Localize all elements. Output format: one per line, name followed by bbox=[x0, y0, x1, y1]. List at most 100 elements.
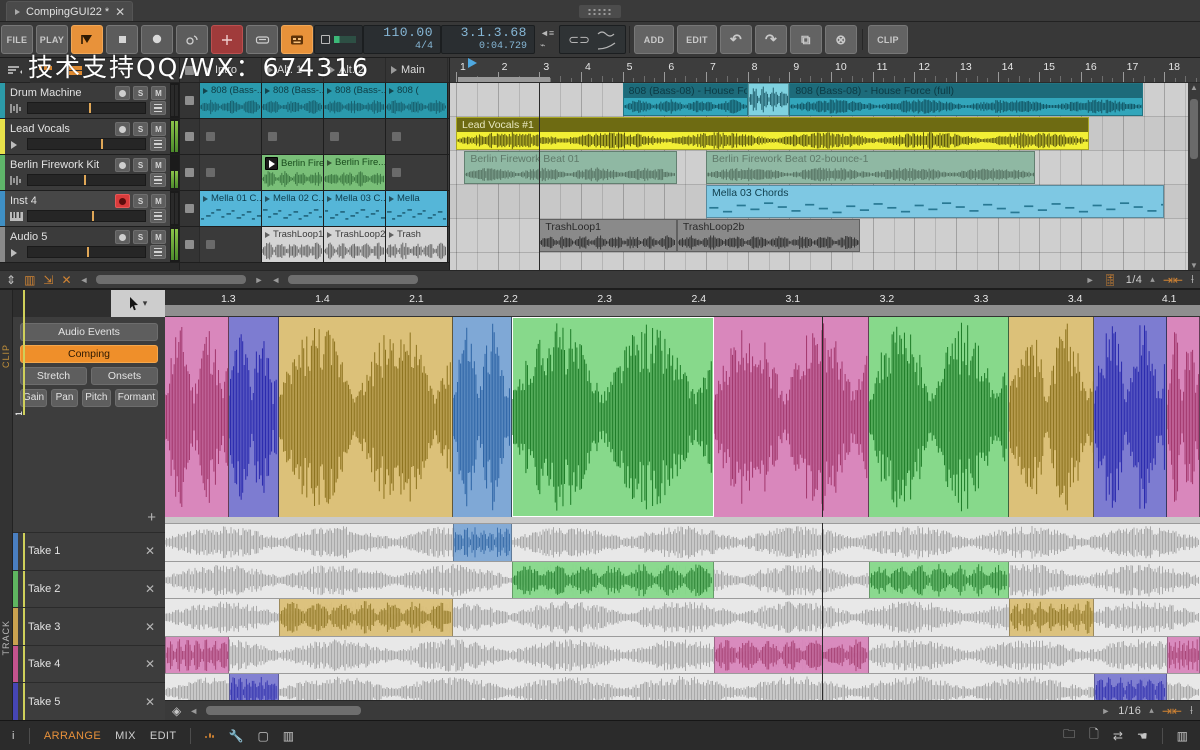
delete-track-icon[interactable]: ✕ bbox=[61, 273, 71, 287]
clip-slot[interactable]: Mella bbox=[386, 191, 448, 226]
redo-button[interactable]: ↷ bbox=[754, 25, 787, 54]
view-tab-edit[interactable]: EDIT bbox=[150, 730, 177, 742]
take-lane[interactable] bbox=[165, 598, 1200, 636]
track-volume-fader[interactable] bbox=[27, 174, 146, 186]
take-active-region[interactable] bbox=[278, 599, 453, 636]
track-inspector-icon[interactable] bbox=[150, 209, 166, 223]
track-height-icon[interactable]: ⇕ bbox=[6, 273, 16, 287]
comp-segment[interactable] bbox=[868, 317, 1009, 517]
timeline-clip[interactable]: TrashLoop1 bbox=[539, 219, 677, 252]
folder-icon[interactable]: 🗀 bbox=[1063, 725, 1075, 746]
take-row[interactable]: Take 3 ✕ bbox=[13, 607, 165, 645]
track-row[interactable]: Berlin Firework Kit S M bbox=[0, 155, 179, 191]
editor-layers-icon[interactable]: ◈ bbox=[172, 704, 181, 718]
timeline-clip[interactable] bbox=[747, 83, 790, 116]
editor-horizontal-scrollbar[interactable] bbox=[206, 706, 362, 715]
square-icon[interactable]: ▢ bbox=[257, 729, 268, 743]
timeline-clip[interactable]: Mella 03 Chords bbox=[706, 185, 1165, 218]
delete-button[interactable]: ⊗ bbox=[824, 25, 857, 54]
comp-segment[interactable] bbox=[1008, 317, 1095, 517]
track-inspector-icon[interactable] bbox=[150, 173, 166, 187]
take-lane[interactable] bbox=[165, 523, 1200, 561]
track-record-arm-button[interactable] bbox=[115, 230, 130, 244]
clip-slot[interactable] bbox=[200, 155, 262, 190]
view-tab-mix[interactable]: MIX bbox=[115, 730, 136, 742]
pointer-tool-button[interactable]: ▾ bbox=[111, 290, 165, 317]
add-button[interactable]: ADD bbox=[633, 25, 674, 54]
timeline-horizontal-scrollbar[interactable] bbox=[288, 275, 419, 284]
comp-segment[interactable] bbox=[713, 317, 869, 517]
scene-launch-button[interactable]: Main bbox=[386, 58, 448, 82]
clip-slot[interactable] bbox=[262, 119, 324, 154]
loop-icon[interactable]: ⊂⊃ bbox=[568, 32, 590, 48]
take-active-region[interactable] bbox=[1166, 636, 1200, 674]
clip-slot[interactable]: Mella 01 C... bbox=[200, 191, 262, 226]
clip-scroll-right-icon[interactable]: ► bbox=[254, 275, 263, 285]
track-launch-cell[interactable] bbox=[180, 191, 200, 226]
track-mute-button[interactable]: M bbox=[151, 230, 166, 244]
editor-scroll-left-icon[interactable]: ◄ bbox=[189, 706, 198, 716]
editor-magnet-icon[interactable]: ⟊ bbox=[1190, 703, 1193, 718]
document-tab[interactable]: CompingGUI22 * ✕ bbox=[6, 1, 134, 21]
timeline-scroll-left-icon[interactable]: ◄ bbox=[271, 275, 280, 285]
clip-slot[interactable]: TrashLoop1 bbox=[262, 227, 324, 262]
track-clip-options-icon[interactable] bbox=[448, 227, 449, 262]
clip-slot[interactable] bbox=[386, 155, 448, 190]
take-row[interactable]: Take 1 ✕ bbox=[13, 532, 165, 570]
pitch-button[interactable]: Pitch bbox=[81, 389, 111, 407]
comp-segment[interactable] bbox=[278, 317, 453, 517]
magnet-icon[interactable]: ⟊ bbox=[1191, 272, 1194, 287]
onsets-button[interactable]: Onsets bbox=[91, 367, 158, 385]
pan-button[interactable]: Pan bbox=[51, 389, 78, 407]
clip-slot[interactable] bbox=[200, 227, 262, 262]
timeline-vertical-scrollbar[interactable]: ▲ ▼ bbox=[1188, 83, 1200, 270]
scroll-down-icon[interactable]: ▼ bbox=[1190, 261, 1198, 270]
timeline-clip[interactable]: Lead Vocals #1 bbox=[456, 117, 1090, 150]
track-scope-label[interactable]: TRACK bbox=[1, 620, 11, 656]
take-row[interactable]: Take 4 ✕ bbox=[13, 644, 165, 683]
clip-slot[interactable]: Mella 02 C... bbox=[262, 191, 324, 226]
track-launch-cell[interactable] bbox=[180, 155, 200, 190]
playhead-marker[interactable] bbox=[468, 58, 477, 68]
take-active-region[interactable] bbox=[229, 674, 279, 700]
clip-slot[interactable]: Trash bbox=[386, 227, 448, 262]
clip-slot[interactable]: TrashLoop2b bbox=[324, 227, 386, 262]
position-display[interactable]: 3.1.3.68 0:04.729 bbox=[441, 25, 535, 54]
track-solo-button[interactable]: S bbox=[133, 158, 148, 172]
track-clip-options-icon[interactable] bbox=[448, 119, 449, 154]
comp-segment[interactable] bbox=[452, 317, 512, 517]
take-active-region[interactable] bbox=[165, 636, 230, 674]
take-close-icon[interactable]: ✕ bbox=[145, 620, 165, 634]
editor-quantize-value[interactable]: 1/16 bbox=[1118, 705, 1141, 717]
clip-slot[interactable]: Berlin Fire... bbox=[324, 155, 386, 190]
track-record-arm-button[interactable] bbox=[115, 194, 130, 208]
add-take-button[interactable]: + bbox=[147, 509, 156, 526]
track-row[interactable]: Inst 4 S M bbox=[0, 191, 179, 227]
undo-button[interactable]: ↶ bbox=[719, 25, 752, 54]
take-row[interactable]: Take 5 ✕ bbox=[13, 682, 165, 720]
duplicate-button[interactable]: ⧉ bbox=[789, 25, 822, 54]
timeline-clip[interactable]: 808 (Bass-08) - House Force (full) bbox=[789, 83, 1144, 116]
transfer-icon[interactable]: ⇄ bbox=[1113, 729, 1123, 743]
clip-scope-label[interactable]: CLIP bbox=[1, 344, 11, 368]
clip-slot[interactable] bbox=[324, 119, 386, 154]
editor-quantize-dropdown-icon[interactable]: ▴ bbox=[1149, 705, 1154, 716]
comp-segment[interactable] bbox=[165, 317, 230, 517]
track-inspector-icon[interactable] bbox=[150, 245, 166, 259]
track-mute-button[interactable]: M bbox=[151, 158, 166, 172]
comp-segment[interactable] bbox=[1166, 317, 1200, 517]
editor-loop-bar[interactable] bbox=[165, 305, 1200, 316]
track-solo-button[interactable]: S bbox=[133, 86, 148, 100]
take-close-icon[interactable]: ✕ bbox=[145, 582, 165, 596]
editor-snap-icon[interactable]: ⇥⇤ bbox=[1162, 704, 1182, 718]
take-active-region[interactable] bbox=[713, 636, 869, 674]
timeline-clip[interactable]: Berlin Firework Beat 01 bbox=[464, 151, 677, 184]
info-icon[interactable]: i bbox=[12, 730, 15, 742]
take-active-region[interactable] bbox=[452, 524, 512, 561]
arrange-quantize-value[interactable]: 1/4 bbox=[1126, 274, 1143, 286]
close-icon[interactable]: ✕ bbox=[115, 6, 125, 18]
precount-icon[interactable]: ⌁ bbox=[540, 41, 554, 50]
track-volume-fader[interactable] bbox=[27, 210, 146, 222]
timeline-ruler[interactable]: 1 2 3 4 5 6 7 8 9 10 11 12 13 14 15 16 1… bbox=[450, 58, 1200, 83]
clip-slot[interactable] bbox=[386, 119, 448, 154]
